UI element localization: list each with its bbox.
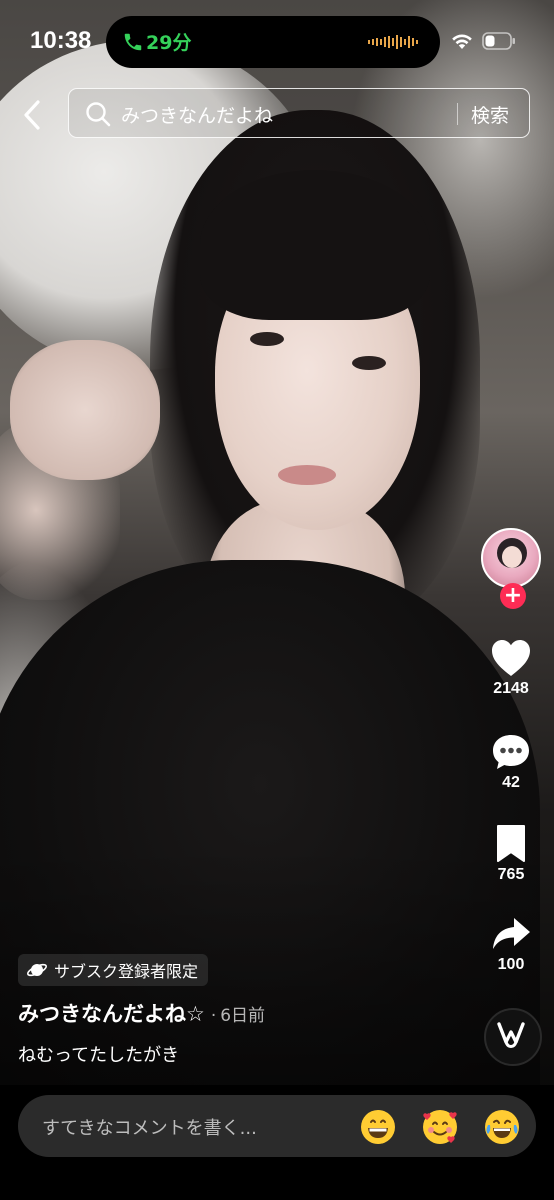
comment-button[interactable]: 42 (476, 732, 546, 792)
search-query: みつきなんだよね (121, 105, 274, 127)
share-arrow-icon (493, 918, 530, 949)
search-icon (86, 102, 111, 127)
phone-icon (124, 33, 142, 51)
video-frame-bangs (200, 170, 430, 320)
video-description[interactable]: ねむってたしたがき (18, 1041, 179, 1067)
heart-icon (492, 640, 530, 676)
like-count: 2148 (493, 680, 529, 697)
bookmark-icon (497, 825, 525, 862)
comment-bubble-icon (493, 735, 529, 769)
call-duration: 29分 (146, 32, 192, 54)
video-frame-eye-left (250, 332, 284, 346)
battery-icon (482, 32, 515, 50)
dynamic-island-call[interactable]: 29分 (106, 16, 440, 68)
save-button[interactable]: 765 (476, 824, 546, 884)
search-button[interactable]: 検索 (471, 101, 509, 128)
back-arrow-icon[interactable] (18, 98, 46, 132)
wifi-icon (452, 34, 472, 49)
meta-separator: · (210, 1006, 217, 1026)
search-divider (457, 103, 458, 125)
grinning-face-emoji[interactable] (360, 1109, 396, 1145)
creator-avatar-group[interactable]: + (481, 528, 541, 609)
author-line: みつきなんだよね☆ · 6日前 (18, 998, 265, 1028)
comment-bar: すてきなコメントを書く... (0, 1085, 554, 1200)
comment-count: 42 (502, 774, 520, 791)
search-input[interactable]: みつきなんだよね 検索 (68, 88, 530, 138)
comment-input[interactable]: すてきなコメントを書く... (18, 1095, 536, 1157)
smiling-face-with-hearts-emoji[interactable] (422, 1109, 458, 1145)
video-frame-lips (278, 465, 336, 485)
comment-placeholder: すてきなコメントを書く... (42, 1118, 257, 1139)
subscriber-badge-label: サブスク登録者限定 (54, 962, 199, 981)
share-button[interactable]: 100 (476, 914, 546, 974)
sound-logo-icon (497, 1022, 525, 1048)
share-count: 100 (497, 956, 525, 973)
video-frame-eye-right (352, 356, 386, 370)
post-date: 6日前 (220, 1006, 266, 1026)
like-button[interactable]: 2148 (476, 638, 546, 698)
video-frame-hand (10, 340, 160, 480)
video-player[interactable] (0, 0, 554, 1085)
avatar[interactable] (481, 528, 541, 588)
audio-waveform-icon (368, 35, 418, 49)
avatar-face (502, 546, 522, 568)
tears-of-joy-emoji[interactable] (484, 1109, 520, 1145)
status-time: 10:38 (30, 27, 92, 54)
subscriber-only-badge[interactable]: サブスク登録者限定 (18, 954, 209, 986)
follow-button[interactable]: + (500, 583, 526, 609)
planet-icon (27, 963, 47, 977)
original-sound-disc[interactable] (484, 1008, 542, 1066)
save-count: 765 (497, 866, 525, 883)
status-bar: 10:38 29分 (0, 0, 554, 84)
author-name[interactable]: みつきなんだよね☆ (18, 1002, 205, 1026)
